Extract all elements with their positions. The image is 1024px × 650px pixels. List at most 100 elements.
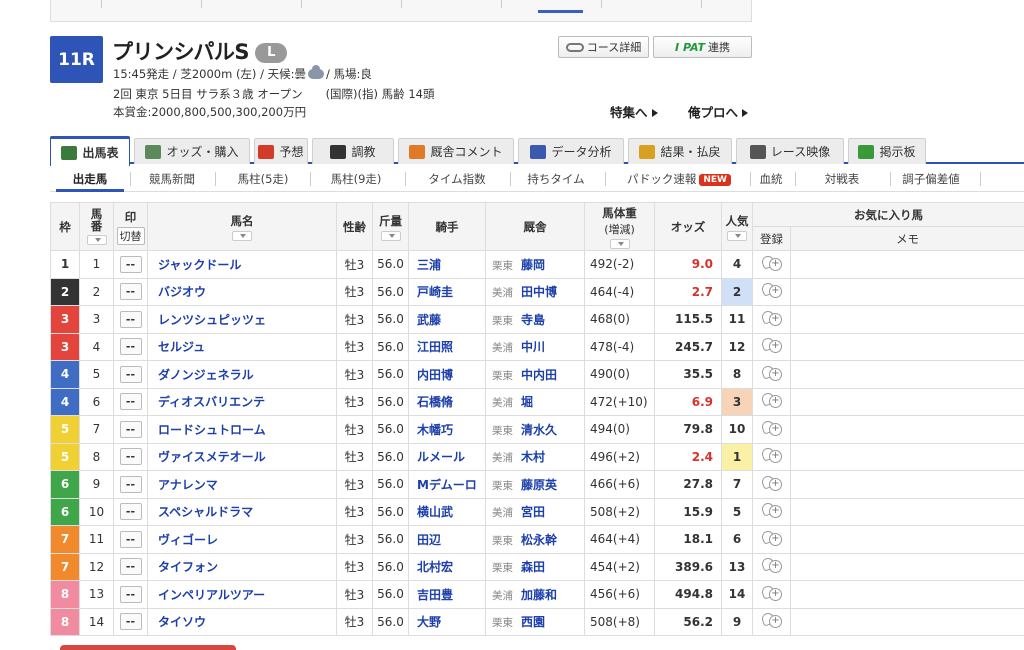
trainer-link[interactable]: 清水久 xyxy=(521,423,557,437)
sort-arrow-icon[interactable] xyxy=(86,235,107,245)
tab-chat[interactable]: 掲示板 xyxy=(848,138,926,164)
horse-name-link[interactable]: ジャックドール xyxy=(158,258,241,272)
horse-name-link[interactable]: セルジュ xyxy=(158,340,205,354)
trainer-link[interactable]: 中川 xyxy=(521,340,545,354)
trainer-link[interactable]: 中内田 xyxy=(521,368,557,382)
horse-name-link[interactable]: ヴィゴーレ xyxy=(158,533,218,547)
jockey-link[interactable]: Mデムーロ xyxy=(417,478,477,492)
jockey-link[interactable]: 横山武 xyxy=(417,505,453,519)
mark-select[interactable]: -- xyxy=(119,338,142,356)
mark-select[interactable]: -- xyxy=(119,310,142,328)
sort-arrow-icon[interactable] xyxy=(609,238,630,249)
jockey-link[interactable]: 江田照 xyxy=(417,340,453,354)
mark-select[interactable]: -- xyxy=(119,503,142,521)
add-favorite-icon[interactable] xyxy=(761,502,782,519)
jockey-link[interactable]: 三浦 xyxy=(417,258,441,272)
subnav-item[interactable]: 調子偏差値 xyxy=(891,171,971,187)
bottom-button-partial[interactable] xyxy=(60,645,236,650)
tab-stable[interactable]: 厩舎コメント xyxy=(398,138,514,164)
trainer-link[interactable]: 木村 xyxy=(521,450,545,464)
add-favorite-icon[interactable] xyxy=(761,337,782,354)
feature-link[interactable]: 特集へ xyxy=(610,102,658,121)
add-favorite-icon[interactable] xyxy=(761,530,782,546)
jockey-link[interactable]: 木幡巧 xyxy=(417,423,453,437)
horse-name-link[interactable]: アナレンマ xyxy=(158,478,218,492)
jockey-link[interactable]: 北村宏 xyxy=(417,560,453,574)
header-weight[interactable]: 斤量 xyxy=(372,202,409,251)
horse-name-link[interactable]: タイフォン xyxy=(158,560,218,574)
memo-cell[interactable] xyxy=(790,360,1024,389)
horse-name-link[interactable]: ロードシュトローム xyxy=(158,423,266,437)
trainer-link[interactable]: 藤原英 xyxy=(521,478,557,492)
trainer-link[interactable]: 田中博 xyxy=(521,285,557,299)
subnav-item[interactable]: 血統 xyxy=(731,171,811,187)
header-name[interactable]: 馬名 xyxy=(147,202,337,251)
mark-select[interactable]: -- xyxy=(119,558,142,576)
mark-select[interactable]: -- xyxy=(119,448,142,466)
horse-name-link[interactable]: レンツシュピッツェ xyxy=(158,313,266,327)
subnav-item[interactable]: 出走馬 xyxy=(50,171,130,187)
add-favorite-icon[interactable] xyxy=(761,310,782,326)
subnav-item[interactable]: タイム指数 xyxy=(417,171,497,187)
mark-select[interactable]: -- xyxy=(119,365,142,383)
course-detail-button[interactable]: コース詳細 xyxy=(558,36,649,58)
horse-name-link[interactable]: バジオウ xyxy=(158,285,206,299)
trainer-link[interactable]: 寺島 xyxy=(521,313,545,327)
tab-coins[interactable]: 結果・払戻 xyxy=(628,138,732,164)
tab-odds[interactable]: オッズ・購入 xyxy=(134,138,250,164)
memo-cell[interactable] xyxy=(790,607,1024,636)
sort-arrow-icon[interactable] xyxy=(232,230,252,241)
horse-name-link[interactable]: ヴァイスメテオール xyxy=(158,450,266,464)
tab-video[interactable]: レース映像 xyxy=(736,138,844,164)
memo-cell[interactable] xyxy=(790,387,1024,416)
header-umaban[interactable]: 馬番 xyxy=(79,202,114,251)
add-favorite-icon[interactable] xyxy=(761,365,782,381)
jockey-link[interactable]: 石橋脩 xyxy=(417,395,453,409)
mark-select[interactable]: -- xyxy=(119,585,142,603)
subnav-item[interactable]: 持ちタイム xyxy=(516,171,596,187)
tab-table[interactable]: 出馬表 xyxy=(50,136,130,166)
memo-cell[interactable] xyxy=(790,415,1024,444)
jockey-link[interactable]: 吉田豊 xyxy=(417,588,453,602)
memo-cell[interactable] xyxy=(790,442,1024,471)
jockey-link[interactable]: 武藤 xyxy=(417,313,441,327)
mark-toggle-button[interactable]: 切替 xyxy=(116,226,145,245)
add-favorite-icon[interactable] xyxy=(761,475,782,491)
trainer-link[interactable]: 西園 xyxy=(521,615,545,629)
add-favorite-icon[interactable] xyxy=(761,255,782,271)
subnav-item[interactable]: 馬柱(5走) xyxy=(223,171,303,187)
memo-cell[interactable] xyxy=(790,525,1024,554)
trainer-link[interactable]: 藤岡 xyxy=(521,258,545,272)
header-bodyweight[interactable]: 馬体重 (増減) xyxy=(584,202,655,251)
memo-cell[interactable] xyxy=(790,470,1024,499)
add-favorite-icon[interactable] xyxy=(761,392,782,409)
horse-name-link[interactable]: ディオスバリエンテ xyxy=(158,395,265,409)
add-favorite-icon[interactable] xyxy=(761,557,782,574)
memo-cell[interactable] xyxy=(790,305,1024,334)
tab-stopwatch[interactable]: 調教 xyxy=(312,138,394,164)
trainer-link[interactable]: 松永幹 xyxy=(521,533,557,547)
memo-cell[interactable] xyxy=(790,332,1024,361)
ore-pro-link[interactable]: 俺プロへ xyxy=(688,102,749,121)
jockey-link[interactable]: 大野 xyxy=(417,615,441,629)
trainer-link[interactable]: 堀 xyxy=(521,395,533,409)
subnav-item[interactable]: 馬柱(9走) xyxy=(316,171,396,187)
memo-cell[interactable] xyxy=(790,552,1024,581)
add-favorite-icon[interactable] xyxy=(761,585,782,601)
mark-select[interactable]: -- xyxy=(119,475,142,493)
add-favorite-icon[interactable] xyxy=(761,282,782,299)
add-favorite-icon[interactable] xyxy=(761,420,782,436)
header-popularity[interactable]: 人気 xyxy=(721,202,753,251)
horse-name-link[interactable]: ダノンジェネラル xyxy=(158,368,254,382)
subnav-item[interactable]: 対戦表 xyxy=(802,171,882,187)
horse-name-link[interactable]: タイソウ xyxy=(158,615,206,629)
horse-name-link[interactable]: スペシャルドラマ xyxy=(158,505,253,519)
mark-select[interactable]: -- xyxy=(119,613,142,631)
horse-name-link[interactable]: インペリアルツアー xyxy=(158,588,265,602)
jockey-link[interactable]: 内田博 xyxy=(417,368,453,382)
subnav-item[interactable]: パドック速報 NEW xyxy=(627,171,731,187)
jockey-link[interactable]: 田辺 xyxy=(417,533,441,547)
mark-select[interactable]: -- xyxy=(119,530,142,548)
memo-cell[interactable] xyxy=(790,497,1024,526)
mark-select[interactable]: -- xyxy=(119,283,142,301)
